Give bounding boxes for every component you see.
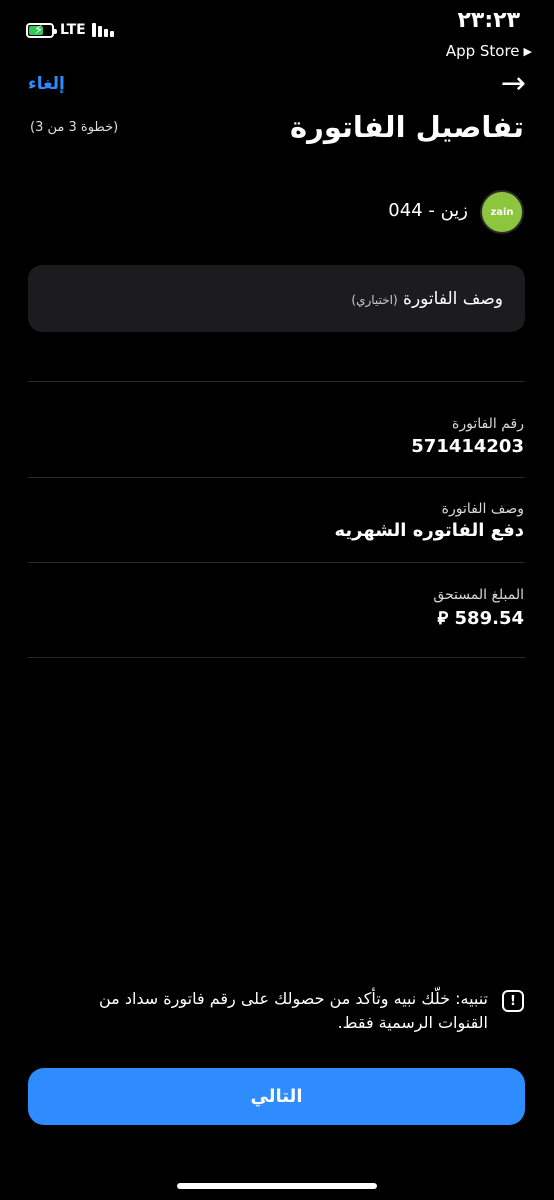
placeholder-label: وصف الفاتورة [403, 289, 503, 309]
network-type: LTE [60, 22, 86, 38]
zain-logo-text: zain [490, 206, 514, 218]
status-indicators: ⚡ LTE [26, 22, 114, 38]
riyal-icon: ⃁ [437, 608, 449, 629]
status-time: ٢٣:٢٣ [457, 8, 520, 33]
warning-icon: ! [502, 990, 524, 1012]
back-app-label: App Store [445, 42, 520, 60]
bill-desc-value: دفع الفاتوره الشهريه [334, 520, 524, 541]
bill-desc-label: وصف الفاتورة [441, 501, 524, 517]
bill-description-placeholder: وصف الفاتورة (اختياري) [351, 289, 503, 309]
warning-text: تنبيه: خلّك نبيه وتأكد من حصولك على رقم … [98, 989, 488, 1032]
back-to-app-store[interactable]: App Store ▶ [446, 42, 532, 60]
divider [28, 657, 525, 658]
home-indicator[interactable] [177, 1183, 377, 1189]
signal-bars-icon [91, 23, 114, 37]
amount-value: 589.54 [454, 608, 524, 629]
bill-description-input[interactable]: وصف الفاتورة (اختياري) [28, 265, 525, 332]
bill-number-value: 571414203 [411, 436, 524, 457]
battery-icon: ⚡ [26, 22, 57, 38]
next-button[interactable]: التالي [28, 1068, 525, 1125]
zain-logo: zain [480, 190, 524, 234]
biller-name: 044 - زين [388, 200, 468, 221]
divider [28, 381, 525, 382]
optional-label: (اختياري) [351, 293, 398, 307]
divider [28, 562, 525, 563]
page-title: تفاصيل الفاتورة [290, 110, 524, 144]
step-indicator: (خطوة 3 من 3) [30, 120, 119, 135]
back-arrow-icon[interactable]: → [501, 66, 526, 101]
play-icon: ▶ [523, 44, 532, 58]
divider [28, 477, 525, 478]
amount-label: المبلغ المستحق [433, 587, 524, 603]
amount-value-row: ⃁ 589.54 [438, 606, 524, 629]
bill-number-label: رقم الفاتورة [452, 416, 524, 432]
cancel-button[interactable]: إلغاء [28, 74, 65, 94]
